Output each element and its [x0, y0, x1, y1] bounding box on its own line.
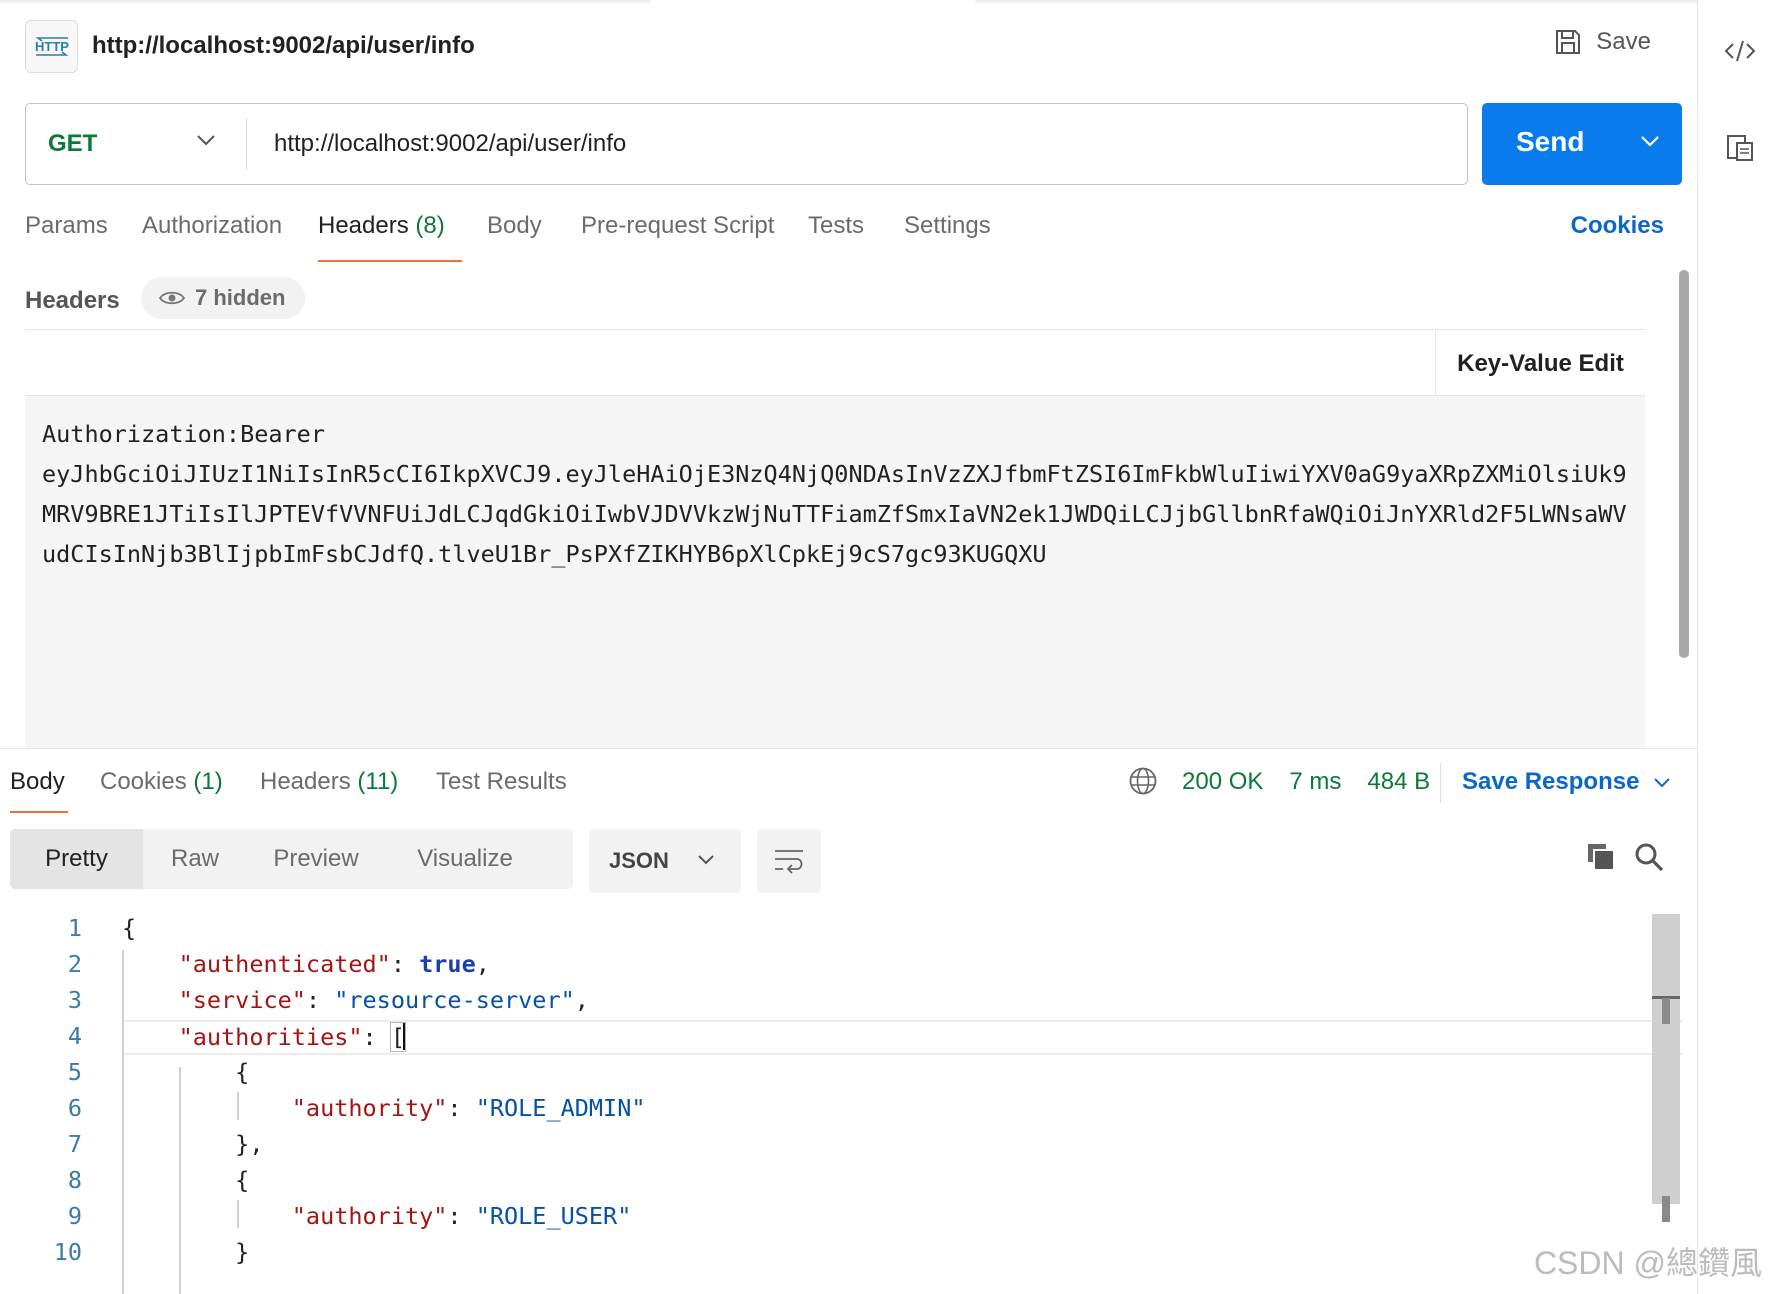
key-value-edit-button[interactable]: Key-Value Edit: [1435, 331, 1645, 396]
response-meta: 200 OK 7 ms 484 B: [1128, 766, 1456, 796]
tab-pre-request-script[interactable]: Pre-request Script: [581, 212, 774, 240]
response-tab-headers[interactable]: Headers (11): [260, 768, 398, 796]
url-bar: GET http://localhost:9002/api/user/info: [25, 103, 1468, 185]
wrap-lines-button[interactable]: [757, 829, 821, 893]
top-border: [0, 0, 1698, 3]
headers-section-label: Headers: [25, 287, 120, 314]
response-tabs-bar: Body Cookies (1) Headers (11) Test Resul…: [0, 748, 1697, 826]
response-code-view[interactable]: 1 { 2 "authenticated": true, 3 "service"…: [0, 914, 1660, 1294]
send-chevron-down-icon[interactable]: [1640, 135, 1660, 147]
tab-body[interactable]: Body: [487, 212, 542, 240]
watermark: CSDN @總鑽風: [1533, 1245, 1762, 1281]
format-select[interactable]: JSON: [589, 829, 741, 893]
right-rail: [1697, 0, 1776, 1294]
code-line: 10 }: [53, 1238, 250, 1266]
code-line: 4 "authorities": [: [67, 1022, 406, 1052]
request-title[interactable]: http://localhost:9002/api/user/info: [92, 32, 475, 60]
bulk-edit-toolbar: Key-Value Edit: [25, 331, 1645, 396]
tab-params[interactable]: Params: [25, 212, 108, 240]
code-line: 1 {: [67, 914, 137, 942]
send-label: Send: [1516, 126, 1585, 157]
request-tabs: Params Authorization Headers (8) Body Pr…: [25, 212, 1686, 264]
divider: [1440, 763, 1441, 803]
method-select[interactable]: GET: [26, 104, 246, 184]
code-line: 2 "authenticated": true,: [67, 950, 490, 978]
headers-count: (8): [415, 212, 445, 239]
search-icon[interactable]: [1632, 840, 1666, 874]
send-button[interactable]: Send: [1482, 103, 1682, 185]
save-button[interactable]: Save: [1554, 28, 1651, 56]
headers-bulk-editor[interactable]: Authorization:Bearer eyJhbGciOiJIUzI1NiI…: [25, 396, 1645, 748]
response-time[interactable]: 7 ms: [1289, 768, 1341, 796]
tab-headers[interactable]: Headers (8): [318, 212, 445, 240]
view-visualize[interactable]: Visualize: [385, 829, 545, 889]
code-line: 3 "service": "resource-server",: [67, 986, 589, 1014]
view-raw[interactable]: Raw: [143, 829, 247, 889]
response-active-tab-indicator: [10, 811, 68, 813]
response-tab-body[interactable]: Body: [10, 768, 65, 796]
code-scrollbar[interactable]: [1652, 914, 1680, 1222]
text-cursor: [402, 1022, 406, 1050]
chevron-down-icon: [1654, 777, 1671, 787]
hidden-headers-toggle[interactable]: 7 hidden: [141, 277, 306, 319]
code-line: 9 "authority": "ROLE_USER": [67, 1202, 632, 1230]
tab-authorization[interactable]: Authorization: [142, 212, 282, 240]
active-tab-indicator: [318, 260, 462, 262]
save-response-button[interactable]: Save Response: [1462, 768, 1671, 796]
save-label: Save: [1596, 28, 1651, 55]
code-line: 7 },: [67, 1130, 264, 1158]
method-label: GET: [48, 130, 98, 157]
url-input[interactable]: http://localhost:9002/api/user/info: [274, 104, 1424, 184]
response-tab-cookies[interactable]: Cookies (1): [100, 768, 223, 796]
cookies-link[interactable]: Cookies: [1571, 212, 1664, 240]
http-badge-text: HTTP: [35, 39, 69, 54]
view-mode-toggle: Pretty Raw Preview Visualize: [10, 829, 573, 889]
chevron-down-icon: [698, 855, 714, 865]
code-line: 5 {: [67, 1058, 250, 1086]
eye-icon: [159, 291, 185, 305]
http-icon: HTTP: [25, 20, 78, 73]
view-preview[interactable]: Preview: [247, 829, 385, 889]
request-scrollbar[interactable]: [1679, 270, 1689, 658]
response-tab-test-results[interactable]: Test Results: [436, 768, 567, 796]
chevron-down-icon: [197, 135, 215, 146]
tab-tests[interactable]: Tests: [808, 212, 864, 240]
code-line: 6 "authority": "ROLE_ADMIN": [67, 1094, 646, 1122]
headers-subheader: Headers 7 hidden: [25, 275, 1645, 330]
request-title-row: HTTP http://localhost:9002/api/user/info…: [25, 18, 1686, 74]
documentation-icon[interactable]: [1723, 131, 1757, 165]
copy-icon[interactable]: [1584, 840, 1618, 874]
format-label: JSON: [609, 848, 669, 873]
code-line: 8 {: [67, 1166, 250, 1194]
view-pretty[interactable]: Pretty: [10, 829, 143, 889]
save-response-label: Save Response: [1462, 768, 1640, 795]
status-code[interactable]: 200 OK: [1182, 768, 1263, 796]
response-size[interactable]: 484 B: [1367, 768, 1430, 796]
url-divider: [246, 118, 247, 170]
tab-settings[interactable]: Settings: [904, 212, 991, 240]
save-icon: [1556, 30, 1581, 54]
hidden-count-label: 7 hidden: [195, 285, 286, 310]
globe-icon[interactable]: [1128, 766, 1158, 796]
code-icon[interactable]: [1723, 34, 1757, 68]
wrap-lines-icon: [775, 850, 803, 874]
